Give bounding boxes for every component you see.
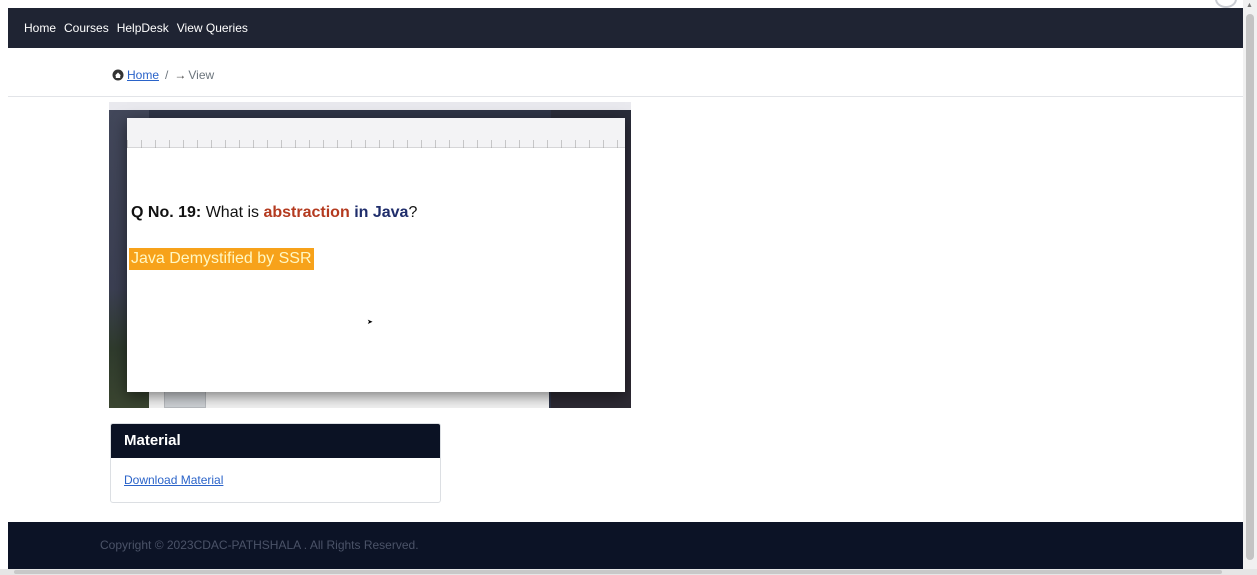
top-navbar: Home Courses HelpDesk View Queries — [8, 8, 1243, 48]
nav-view-queries-link[interactable]: View Queries — [177, 21, 248, 35]
breadcrumb-home-link[interactable]: Home — [127, 68, 159, 82]
vertical-scrollbar[interactable]: ▲ — [1243, 0, 1257, 575]
horizontal-scrollbar[interactable] — [0, 569, 1257, 575]
vertical-scroll-thumb[interactable] — [1246, 14, 1254, 560]
material-card: Material Download Material — [110, 423, 441, 503]
scroll-up-icon[interactable]: ▲ — [1246, 2, 1253, 9]
video-frame-document-window: Q No. 19: What is abstraction in Java? J… — [127, 118, 625, 392]
page-footer: Copyright © 2023CDAC-PATHSHALA . All Rig… — [8, 522, 1243, 569]
header-divider — [8, 96, 1243, 97]
video-frame-slide-thumbnail — [164, 390, 206, 408]
footer-copyright: Copyright © 2023CDAC-PATHSHALA . All Rig… — [100, 538, 419, 552]
mouse-cursor-icon: ➤ — [367, 319, 373, 326]
nav-courses-link[interactable]: Courses — [64, 21, 109, 35]
question-number: Q No. 19: — [131, 204, 202, 221]
video-player[interactable]: Q No. 19: What is abstraction in Java? J… — [109, 102, 631, 408]
question-phrase: What is — [205, 204, 260, 221]
question-java: Java — [372, 204, 409, 221]
question-mark: ? — [408, 204, 418, 221]
video-banner: Java Demystified by SSR — [129, 248, 314, 270]
video-question-text: Q No. 19: What is abstraction in Java? — [131, 204, 417, 222]
breadcrumb-current: View — [188, 68, 215, 82]
home-icon — [112, 69, 124, 81]
video-frame-ruler — [127, 140, 625, 148]
nav-home-link[interactable]: Home — [24, 21, 56, 35]
horizontal-scroll-thumb[interactable] — [14, 570, 1222, 574]
top-strip — [0, 0, 1257, 8]
material-card-title: Material — [111, 424, 440, 458]
breadcrumb-separator: / — [165, 68, 169, 82]
material-card-body: Download Material — [111, 458, 440, 502]
video-frame-bottom-bar — [149, 392, 549, 408]
video-frame-menubar — [109, 102, 631, 110]
nav-helpdesk-link[interactable]: HelpDesk — [117, 21, 169, 35]
question-in: in — [354, 204, 369, 221]
download-material-link[interactable]: Download Material — [124, 473, 223, 487]
arrow-right-icon: → — [174, 68, 187, 82]
breadcrumb: Home / → View — [112, 68, 214, 82]
question-keyword: abstraction — [263, 204, 350, 221]
